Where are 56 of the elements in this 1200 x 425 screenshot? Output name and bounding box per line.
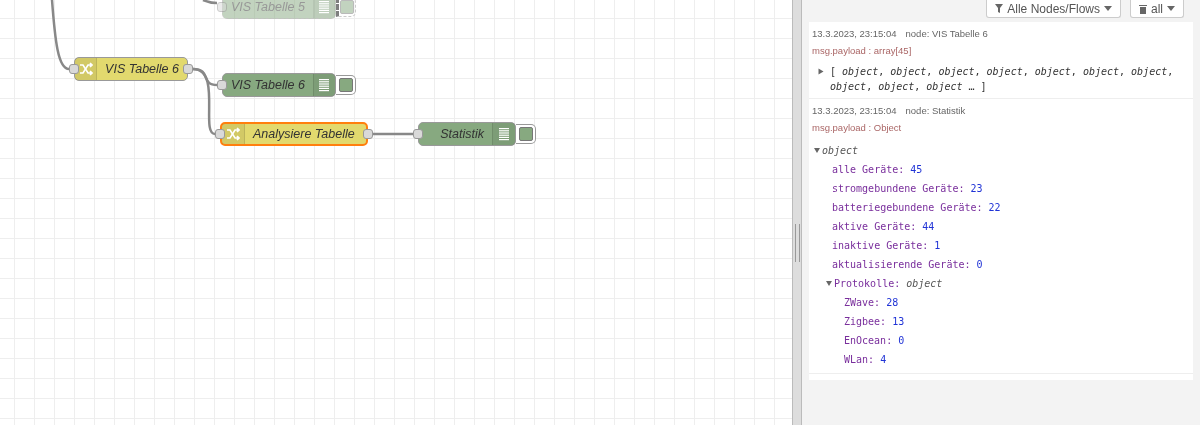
- list-icon: [319, 0, 330, 14]
- property-value: aktualisierende Geräte: 0: [832, 259, 983, 270]
- list-icon: [319, 78, 330, 92]
- clear-dropdown[interactable]: all: [1130, 0, 1184, 18]
- wire: [202, 0, 217, 5]
- flow-node[interactable]: Analysiere Tabelle: [220, 122, 368, 146]
- property-value: alle Geräte: 45: [832, 164, 923, 175]
- property-value: aktive Geräte: 44: [832, 221, 935, 232]
- property-key: Protokolle: object: [834, 278, 943, 289]
- caret-icon: [1104, 6, 1112, 11]
- node-label: VIS Tabelle 6: [104, 61, 180, 78]
- input-port[interactable]: [413, 129, 423, 139]
- toggle-button[interactable]: [336, 0, 356, 17]
- flow-node[interactable]: VIS Tabelle 6: [74, 57, 188, 81]
- input-port[interactable]: [217, 80, 227, 90]
- node-label: Analysiere Tabelle: [251, 126, 356, 143]
- caret-icon[interactable]: [826, 281, 832, 286]
- caret-icon[interactable]: [814, 148, 820, 153]
- input-port[interactable]: [217, 2, 227, 12]
- list-icon: [499, 127, 509, 141]
- timestamp: 13.3.2023, 23:15:04: [812, 28, 897, 39]
- resize-handle[interactable]: [794, 223, 800, 262]
- wire: [373, 132, 413, 136]
- message-path: msg.payload : Object: [812, 122, 902, 133]
- array-preview: [ object, object, object, object, object, object, object, object, object, object … ]: [830, 65, 1175, 94]
- caret-icon: [1167, 6, 1175, 11]
- timestamp: 13.3.2023, 23:15:04: [812, 105, 897, 116]
- property-value: Zigbee: 13: [844, 316, 905, 327]
- trash-icon: [1139, 3, 1147, 14]
- toggle-button[interactable]: [336, 75, 356, 95]
- node-label: VIS Tabelle 5: [230, 0, 306, 16]
- flow-node[interactable]: Statistik: [418, 122, 516, 146]
- filter-dropdown[interactable]: Alle Nodes/Flows: [986, 0, 1121, 18]
- input-port[interactable]: [215, 129, 225, 139]
- property-value: batteriegebundene Geräte: 22: [832, 202, 1001, 213]
- object-label: object: [822, 145, 859, 156]
- property-value: ZWave: 28: [844, 297, 899, 308]
- shuffle-icon: [226, 127, 240, 141]
- funnel-icon: [995, 4, 1004, 13]
- node-name: node: VIS Tabelle 6: [905, 28, 988, 39]
- caret-icon[interactable]: [818, 68, 824, 75]
- toggle-button[interactable]: [516, 124, 536, 144]
- input-port[interactable]: [69, 64, 79, 74]
- flow-node[interactable]: VIS Tabelle 6: [222, 73, 336, 97]
- node-name: node: Statistik: [905, 105, 966, 116]
- shuffle-icon: [78, 62, 93, 76]
- wire: [50, 0, 70, 71]
- output-port[interactable]: [363, 129, 373, 139]
- output-port[interactable]: [183, 64, 193, 74]
- property-value: WLan: 4: [844, 354, 887, 365]
- message-path: msg.payload : array[45]: [812, 45, 912, 56]
- node-label: Statistik: [439, 126, 485, 143]
- property-value: inaktive Geräte: 1: [832, 240, 941, 251]
- property-value: EnOcean: 0: [844, 335, 905, 346]
- property-value: stromgebundene Geräte: 23: [832, 183, 983, 194]
- node-label: VIS Tabelle 6: [230, 77, 306, 94]
